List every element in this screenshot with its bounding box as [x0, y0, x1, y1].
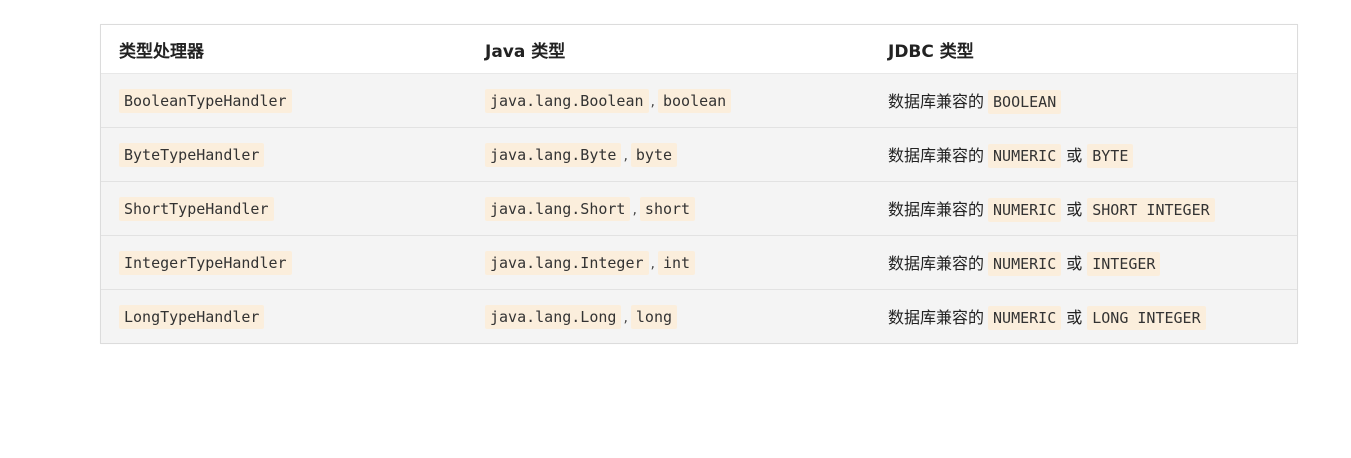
table-row: BooleanTypeHandler java.lang.Boolean, boo…: [101, 73, 1297, 128]
java-type-cell: java.lang.Short, short: [465, 181, 868, 236]
handler-name: BooleanTypeHandler: [119, 88, 292, 113]
separator: ,: [650, 93, 655, 110]
header-jdbc-type: JDBC 类型: [868, 25, 1297, 74]
handler-cell: ShortTypeHandler: [101, 181, 465, 236]
handler-name: LongTypeHandler: [119, 304, 265, 329]
header-type-handler: 类型处理器: [101, 25, 465, 74]
jdbc-type-cell: 数据库兼容的 NUMERIC 或 INTEGER: [868, 235, 1297, 290]
table-row: ShortTypeHandler java.lang.Short, short 数…: [101, 181, 1297, 236]
table-row: ByteTypeHandler java.lang.Byte, byte 数据库兼…: [101, 127, 1297, 182]
jdbc-type-name: NUMERIC: [988, 305, 1062, 330]
handler-cell: IntegerTypeHandler: [101, 235, 465, 290]
handler-name: ByteTypeHandler: [119, 142, 265, 167]
jdbc-prefix-text: 数据库兼容的: [888, 199, 985, 219]
java-primitive-name: long: [630, 304, 678, 329]
table-body: BooleanTypeHandler java.lang.Boolean, boo…: [101, 73, 1297, 343]
jdbc-type-alt-name: INTEGER: [1087, 251, 1161, 276]
jdbc-prefix-text: 数据库兼容的: [888, 91, 985, 111]
jdbc-prefix-text: 数据库兼容的: [888, 253, 985, 273]
java-primitive-name: boolean: [657, 88, 732, 113]
table-row: LongTypeHandler java.lang.Long, long 数据库兼…: [101, 289, 1297, 343]
jdbc-type-alt-name: BYTE: [1087, 143, 1134, 168]
handler-name: ShortTypeHandler: [119, 196, 274, 221]
handler-cell: LongTypeHandler: [101, 289, 465, 343]
separator: ,: [623, 147, 628, 164]
java-type-cell: java.lang.Boolean, boolean: [465, 73, 868, 128]
jdbc-type-cell: 数据库兼容的 NUMERIC 或 BYTE: [868, 127, 1297, 182]
java-primitive-name: int: [657, 250, 696, 275]
type-handler-table: 类型处理器 Java 类型 JDBC 类型 BooleanTypeHandler…: [101, 25, 1297, 343]
or-text: 或: [1066, 307, 1083, 327]
java-class-name: java.lang.Long: [485, 304, 622, 329]
or-text: 或: [1066, 253, 1083, 273]
jdbc-type-name: BOOLEAN: [988, 89, 1062, 114]
jdbc-type-name: NUMERIC: [988, 251, 1062, 276]
java-class-name: java.lang.Byte: [485, 142, 622, 167]
handler-name: IntegerTypeHandler: [119, 250, 292, 275]
java-class-name: java.lang.Short: [485, 196, 631, 221]
jdbc-type-alt-name: SHORT INTEGER: [1087, 197, 1215, 222]
jdbc-prefix-text: 数据库兼容的: [888, 145, 985, 165]
handler-cell: BooleanTypeHandler: [101, 73, 465, 128]
jdbc-type-name: NUMERIC: [988, 143, 1062, 168]
handler-cell: ByteTypeHandler: [101, 127, 465, 182]
separator: ,: [650, 255, 655, 272]
separator: ,: [623, 309, 628, 326]
type-handler-table-container: 类型处理器 Java 类型 JDBC 类型 BooleanTypeHandler…: [100, 24, 1298, 344]
or-text: 或: [1066, 199, 1083, 219]
jdbc-type-name: NUMERIC: [988, 197, 1062, 222]
java-type-cell: java.lang.Integer, int: [465, 235, 868, 290]
java-primitive-name: byte: [630, 142, 678, 167]
jdbc-type-cell: 数据库兼容的 BOOLEAN: [868, 73, 1297, 128]
java-class-name: java.lang.Boolean: [485, 88, 649, 113]
header-java-type: Java 类型: [465, 25, 868, 74]
separator: ,: [632, 201, 637, 218]
java-type-cell: java.lang.Long, long: [465, 289, 868, 343]
java-primitive-name: short: [639, 196, 696, 221]
table-header-row: 类型处理器 Java 类型 JDBC 类型: [101, 25, 1297, 74]
jdbc-prefix-text: 数据库兼容的: [888, 307, 985, 327]
table-row: IntegerTypeHandler java.lang.Integer, int…: [101, 235, 1297, 290]
jdbc-type-cell: 数据库兼容的 NUMERIC 或 SHORT INTEGER: [868, 181, 1297, 236]
or-text: 或: [1066, 145, 1083, 165]
java-class-name: java.lang.Integer: [485, 250, 649, 275]
jdbc-type-cell: 数据库兼容的 NUMERIC 或 LONG INTEGER: [868, 289, 1297, 343]
java-type-cell: java.lang.Byte, byte: [465, 127, 868, 182]
jdbc-type-alt-name: LONG INTEGER: [1087, 305, 1206, 330]
